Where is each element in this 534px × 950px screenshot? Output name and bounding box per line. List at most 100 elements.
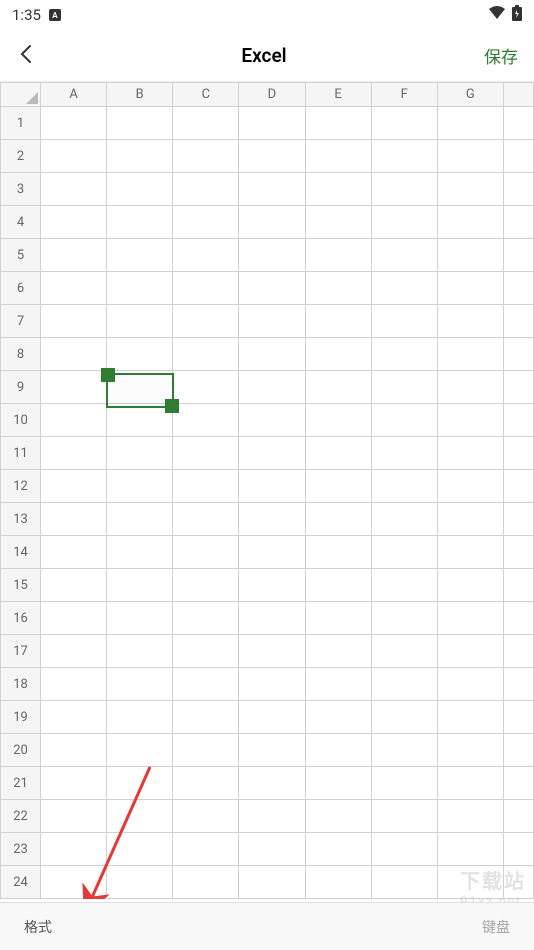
grid-cell[interactable] [173, 503, 239, 536]
grid-cell[interactable] [305, 536, 371, 569]
grid-cell[interactable] [437, 602, 503, 635]
grid-cell[interactable] [371, 800, 437, 833]
save-button[interactable]: 保存 [484, 43, 518, 68]
grid-cell[interactable] [503, 668, 533, 701]
grid-cell[interactable] [239, 206, 305, 239]
grid-cell[interactable] [371, 239, 437, 272]
grid-cell[interactable] [503, 602, 533, 635]
grid-cell[interactable] [107, 371, 173, 404]
grid-cell[interactable] [503, 866, 533, 899]
grid-cell[interactable] [41, 668, 107, 701]
grid-cell[interactable] [41, 305, 107, 338]
column-header[interactable]: F [371, 83, 437, 107]
grid-cell[interactable] [239, 635, 305, 668]
grid-cell[interactable] [173, 767, 239, 800]
grid-cell[interactable] [503, 635, 533, 668]
grid-cell[interactable] [503, 173, 533, 206]
row-header[interactable]: 14 [1, 536, 41, 569]
grid-cell[interactable] [371, 338, 437, 371]
grid-cell[interactable] [371, 272, 437, 305]
grid-cell[interactable] [41, 866, 107, 899]
grid-cell[interactable] [437, 833, 503, 866]
grid-cell[interactable] [503, 305, 533, 338]
grid-cell[interactable] [503, 701, 533, 734]
grid-cell[interactable] [41, 272, 107, 305]
row-header[interactable]: 24 [1, 866, 41, 899]
grid-cell[interactable] [41, 173, 107, 206]
grid-cell[interactable] [173, 173, 239, 206]
grid-cell[interactable] [41, 833, 107, 866]
grid-cell[interactable] [107, 437, 173, 470]
grid-cell[interactable] [41, 371, 107, 404]
grid-cell[interactable] [437, 206, 503, 239]
grid-cell[interactable] [437, 635, 503, 668]
grid-cell[interactable] [437, 338, 503, 371]
grid-cell[interactable] [437, 503, 503, 536]
row-header[interactable]: 1 [1, 107, 41, 140]
column-header[interactable]: C [173, 83, 239, 107]
back-button[interactable] [16, 43, 44, 69]
grid-cell[interactable] [437, 371, 503, 404]
grid-cell[interactable] [107, 734, 173, 767]
grid-cell[interactable] [371, 536, 437, 569]
grid-cell[interactable] [107, 767, 173, 800]
grid-cell[interactable] [173, 569, 239, 602]
grid-cell[interactable] [107, 635, 173, 668]
grid-cell[interactable] [41, 239, 107, 272]
grid-cell[interactable] [107, 701, 173, 734]
grid-cell[interactable] [107, 338, 173, 371]
grid-cell[interactable] [173, 734, 239, 767]
grid-cell[interactable] [305, 107, 371, 140]
row-header[interactable]: 2 [1, 140, 41, 173]
row-header[interactable]: 21 [1, 767, 41, 800]
grid-cell[interactable] [371, 866, 437, 899]
grid-cell[interactable] [371, 635, 437, 668]
grid-cell[interactable] [437, 470, 503, 503]
grid-cell[interactable] [173, 800, 239, 833]
grid-cell[interactable] [371, 668, 437, 701]
grid-cell[interactable] [41, 635, 107, 668]
grid-cell[interactable] [107, 668, 173, 701]
grid-cell[interactable] [239, 569, 305, 602]
grid-cell[interactable] [503, 107, 533, 140]
grid-cell[interactable] [503, 404, 533, 437]
grid-cell[interactable] [107, 173, 173, 206]
grid-cell[interactable] [305, 503, 371, 536]
grid-cell[interactable] [503, 272, 533, 305]
grid-cell[interactable] [305, 371, 371, 404]
grid-cell[interactable] [41, 569, 107, 602]
grid-cell[interactable] [41, 536, 107, 569]
grid-cell[interactable] [437, 569, 503, 602]
column-header[interactable]: A [41, 83, 107, 107]
grid-cell[interactable] [503, 239, 533, 272]
grid-cell[interactable] [371, 569, 437, 602]
grid-cell[interactable] [239, 866, 305, 899]
grid-cell[interactable] [239, 800, 305, 833]
grid-cell[interactable] [371, 206, 437, 239]
grid-cell[interactable] [305, 569, 371, 602]
grid-cell[interactable] [173, 437, 239, 470]
column-header[interactable]: E [305, 83, 371, 107]
column-header[interactable]: D [239, 83, 305, 107]
grid-cell[interactable] [173, 305, 239, 338]
row-header[interactable]: 23 [1, 833, 41, 866]
grid-cell[interactable] [239, 239, 305, 272]
grid-cell[interactable] [173, 371, 239, 404]
grid-cell[interactable] [41, 206, 107, 239]
grid-cell[interactable] [107, 602, 173, 635]
grid-cell[interactable] [437, 107, 503, 140]
grid-cell[interactable] [239, 437, 305, 470]
grid-cell[interactable] [437, 272, 503, 305]
row-header[interactable]: 5 [1, 239, 41, 272]
grid-cell[interactable] [437, 701, 503, 734]
grid-cell[interactable] [371, 602, 437, 635]
grid-cell[interactable] [305, 767, 371, 800]
grid-cell[interactable] [239, 701, 305, 734]
grid-cell[interactable] [371, 404, 437, 437]
grid-cell[interactable] [239, 734, 305, 767]
grid-cell[interactable] [239, 371, 305, 404]
grid-cell[interactable] [305, 338, 371, 371]
grid-cell[interactable] [305, 800, 371, 833]
grid-cell[interactable] [41, 437, 107, 470]
row-header[interactable]: 10 [1, 404, 41, 437]
